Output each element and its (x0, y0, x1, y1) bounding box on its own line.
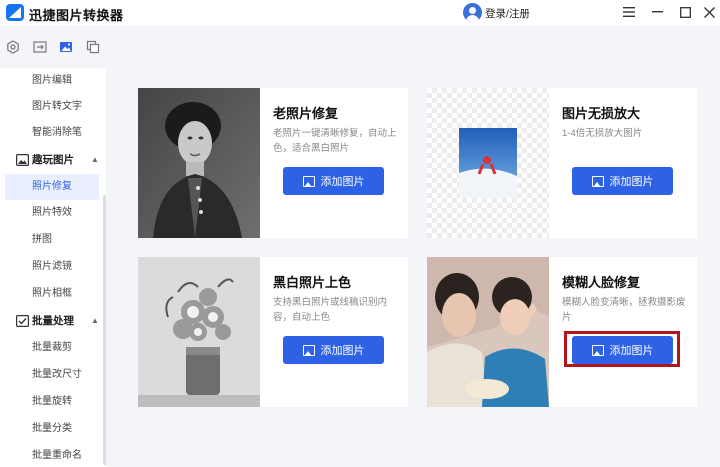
highlight-box (564, 331, 680, 367)
card-description: 1-4倍无损放大图片 (562, 128, 643, 139)
image-icon (591, 175, 604, 187)
card-description: 老照片一键清晰修复，自动上色，适合黑白照片 (273, 128, 397, 154)
sidebar-category-fun-images[interactable]: 趣玩图片 ▲ (0, 147, 100, 173)
sidebar-item-smart-eraser[interactable]: 智能消除笔 (0, 120, 100, 146)
card-bw-colorize: 黑白照片上色 支持黑白照片或线稿识别内容，自动上色 添加图片 (138, 257, 408, 407)
sidebar-scrollbar[interactable] (103, 195, 106, 465)
image-icon[interactable] (58, 39, 74, 55)
close-icon[interactable] (699, 3, 719, 21)
card-description: 模糊人脸变清晰，拯救摄影废片 (562, 297, 686, 323)
chevron-up-icon: ▲ (91, 155, 99, 164)
minimize-icon[interactable] (647, 3, 667, 21)
add-image-button[interactable]: 添加图片 (572, 167, 673, 195)
title-bar: 迅捷图片转换器 登录/注册 (0, 0, 720, 26)
maximize-icon[interactable] (675, 3, 695, 21)
menu-icon[interactable] (619, 3, 639, 21)
sidebar-item-batch-classify[interactable]: 批量分类 (0, 416, 100, 442)
add-image-button[interactable]: 添加图片 (283, 336, 384, 364)
login-register-link[interactable]: 登录/注册 (485, 6, 530, 21)
settings-icon[interactable] (5, 39, 21, 55)
image-icon (302, 344, 315, 356)
sidebar-item-batch-rename[interactable]: 批量重命名 (0, 443, 100, 467)
sidebar-item-photo-filter[interactable]: 照片滤镜 (0, 254, 100, 280)
sidebar: 图片编辑 图片转文字 智能消除笔 趣玩图片 ▲ 照片修复 照片特效 拼图 照片滤… (0, 68, 106, 467)
convert-icon[interactable] (32, 39, 48, 55)
card-title: 模糊人脸修复 (562, 275, 641, 290)
avatar[interactable] (463, 3, 482, 22)
chevron-up-icon: ▲ (91, 316, 99, 325)
sidebar-item-batch-crop[interactable]: 批量裁剪 (0, 335, 100, 361)
button-label: 添加图片 (320, 176, 365, 188)
tool-icon-row (0, 26, 106, 68)
sidebar-item-photo-frame[interactable]: 照片相框 (0, 281, 100, 307)
category-label: 趣玩图片 (32, 154, 74, 166)
sidebar-item-photo-effects[interactable]: 照片特效 (0, 200, 100, 226)
sidebar-item-image-edit[interactable]: 图片编辑 (0, 68, 100, 94)
sidebar-item-batch-rotate[interactable]: 批量旋转 (0, 389, 100, 415)
card-title: 黑白照片上色 (273, 275, 352, 290)
button-label: 添加图片 (609, 176, 654, 188)
card-description: 支持黑白照片或线稿识别内容，自动上色 (273, 297, 388, 323)
bw-photo-thumbnail (138, 257, 260, 407)
blurry-face-thumbnail (427, 257, 549, 407)
sidebar-category-batch[interactable]: 批量处理 ▲ (0, 308, 100, 334)
sidebar-item-collage[interactable]: 拼图 (0, 227, 100, 253)
category-label: 批量处理 (32, 315, 74, 327)
batch-category-icon (16, 315, 29, 327)
image-category-icon (16, 154, 29, 166)
card-title: 图片无损放大 (562, 106, 641, 121)
sidebar-item-batch-resize[interactable]: 批量改尺寸 (0, 362, 100, 388)
card-title: 老照片修复 (273, 106, 339, 121)
image-icon (302, 175, 315, 187)
button-label: 添加图片 (320, 345, 365, 357)
app-title: 迅捷图片转换器 (29, 8, 124, 23)
card-lossless-upscale: 图片无损放大 1-4倍无损放大图片 添加图片 (427, 88, 697, 238)
upscale-thumbnail (427, 88, 549, 238)
sidebar-item-image-to-text[interactable]: 图片转文字 (0, 94, 100, 120)
app-logo-icon (6, 4, 24, 21)
card-old-photo-repair: 老照片修复 老照片一键清晰修复，自动上色，适合黑白照片 添加图片 (138, 88, 408, 238)
add-image-button[interactable]: 添加图片 (283, 167, 384, 195)
sidebar-item-photo-repair[interactable]: 照片修复 (5, 174, 99, 200)
copy-icon[interactable] (85, 39, 101, 55)
old-photo-thumbnail (138, 88, 260, 238)
